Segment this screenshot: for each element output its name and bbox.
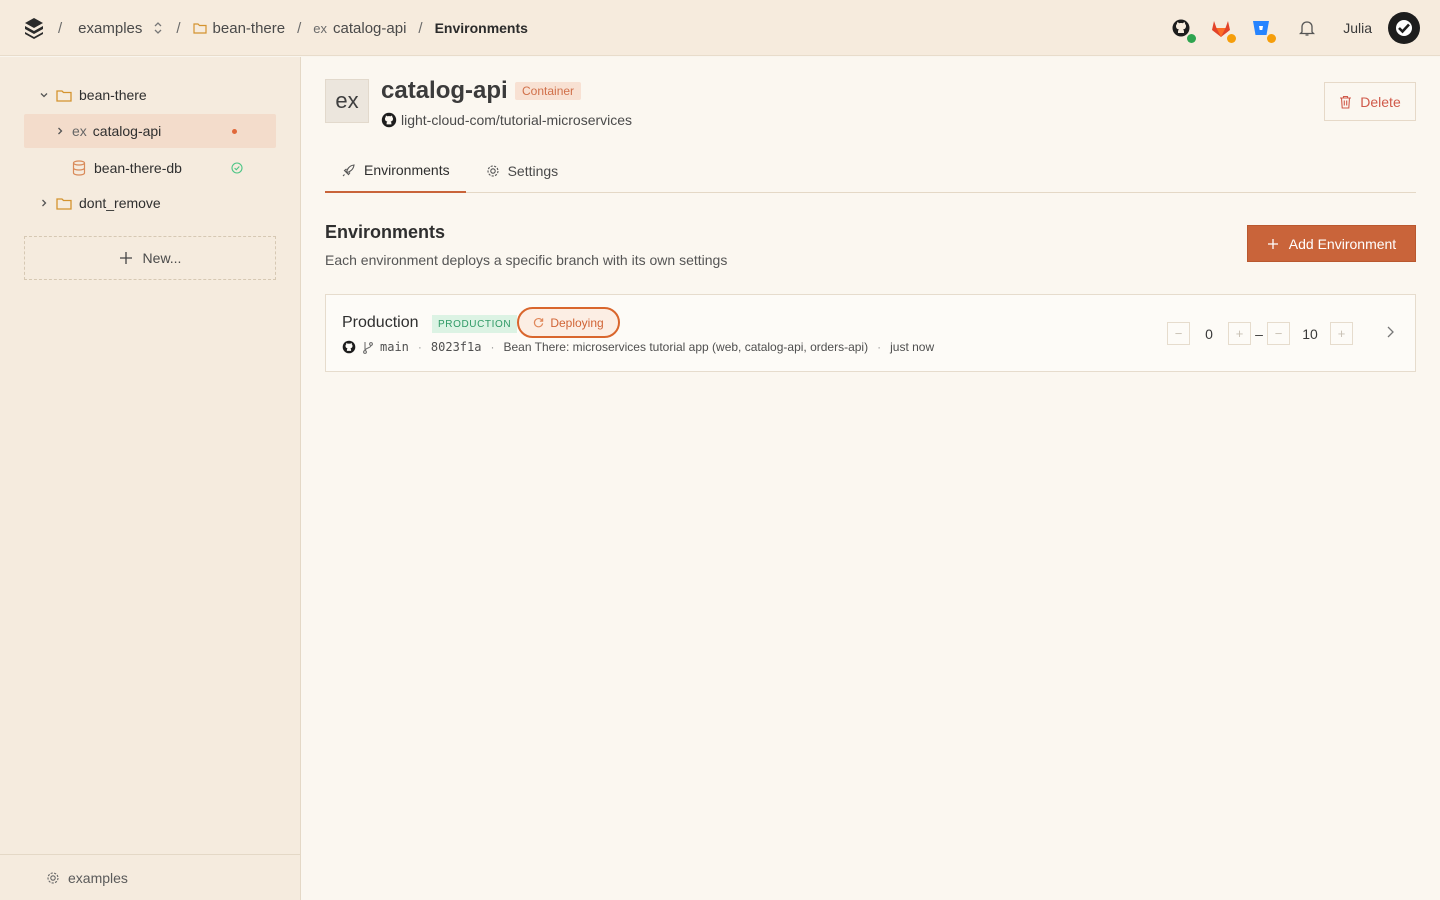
new-button-label: New... bbox=[142, 250, 182, 266]
folder-icon bbox=[192, 22, 207, 34]
status-label: Deploying bbox=[550, 315, 604, 330]
meta-separator: · bbox=[877, 340, 882, 354]
gear-icon bbox=[46, 871, 60, 885]
folder-icon bbox=[56, 197, 72, 210]
gear-icon bbox=[486, 164, 500, 178]
chevron-down-icon[interactable] bbox=[38, 89, 50, 101]
breadcrumb: / examples / bean-there / ex catalog-api… bbox=[56, 0, 528, 56]
gitlab-icon[interactable] bbox=[1209, 16, 1237, 43]
sidebar-item-label: bean-there bbox=[79, 87, 147, 103]
tab-label: Settings bbox=[507, 163, 559, 179]
meta-separator: · bbox=[490, 340, 495, 354]
plus-icon bbox=[1267, 238, 1279, 250]
breadcrumb-separator: / bbox=[418, 19, 423, 37]
main-content: ex catalog-api Container light-cloud-com… bbox=[301, 57, 1440, 900]
page-title: catalog-api bbox=[381, 77, 508, 104]
sidebar-item-dont-remove[interactable]: dont_remove bbox=[24, 186, 276, 220]
section-subtitle: Each environment deploys a specific bran… bbox=[325, 252, 728, 268]
commit-hash[interactable]: 8023f1a bbox=[431, 340, 482, 354]
gitlab-status-dot bbox=[1227, 34, 1237, 43]
git-branch-icon bbox=[362, 341, 374, 354]
deploy-time: just now bbox=[890, 340, 935, 354]
max-decrement-button[interactable]: − bbox=[1267, 322, 1290, 345]
workspace-switcher-icon[interactable] bbox=[152, 21, 164, 35]
service-icon: ex bbox=[325, 79, 369, 123]
breadcrumb-separator: / bbox=[176, 19, 181, 37]
breadcrumb-separator: / bbox=[58, 19, 63, 37]
min-increment-button[interactable]: + bbox=[1228, 322, 1251, 345]
github-status-dot bbox=[1187, 34, 1197, 43]
section-heading: Environments bbox=[325, 222, 446, 242]
service-prefix: ex bbox=[313, 20, 328, 36]
bell-icon[interactable] bbox=[1295, 16, 1319, 40]
sidebar-item-bean-there-db[interactable]: bean-there-db bbox=[24, 151, 276, 185]
user-name[interactable]: Julia bbox=[1343, 20, 1372, 36]
commit-message: Bean There: microservices tutorial app (… bbox=[503, 340, 869, 354]
tab-label: Environments bbox=[364, 162, 450, 178]
status-dot-deploying bbox=[232, 129, 237, 134]
github-icon[interactable] bbox=[1169, 16, 1197, 43]
bitbucket-icon[interactable] bbox=[1249, 16, 1277, 43]
breadcrumb-service[interactable]: catalog-api bbox=[333, 20, 406, 37]
database-icon bbox=[72, 160, 86, 176]
instance-scaler: − 0 + – − 10 + bbox=[1167, 322, 1353, 345]
plus-icon bbox=[119, 251, 133, 265]
tab-settings[interactable]: Settings bbox=[470, 149, 575, 193]
breadcrumb-project[interactable]: bean-there bbox=[213, 20, 286, 37]
spinner-icon bbox=[533, 317, 544, 328]
chevron-right-icon[interactable] bbox=[38, 197, 50, 209]
sidebar-item-label: dont_remove bbox=[79, 195, 161, 211]
delete-button-label: Delete bbox=[1360, 93, 1401, 110]
environment-card[interactable]: Production PRODUCTION Deploying main · 8… bbox=[325, 294, 1416, 372]
environment-meta: main · 8023f1a · Bean There: microservic… bbox=[342, 340, 934, 354]
folder-icon bbox=[56, 89, 72, 102]
environment-type-badge: PRODUCTION bbox=[432, 315, 518, 333]
sidebar: bean-there ex catalog-api bean-there-db … bbox=[0, 57, 301, 900]
meta-separator: · bbox=[417, 340, 422, 354]
sidebar-item-bean-there[interactable]: bean-there bbox=[24, 78, 276, 112]
service-type-badge: Container bbox=[515, 82, 582, 100]
github-icon bbox=[342, 340, 356, 354]
max-instances-value: 10 bbox=[1302, 325, 1318, 342]
repo-link[interactable]: light-cloud-com/tutorial-microservices bbox=[381, 112, 632, 128]
app-logo-icon[interactable] bbox=[22, 16, 46, 40]
workspace-settings-link[interactable]: examples bbox=[0, 854, 300, 900]
sidebar-item-catalog-api[interactable]: ex catalog-api bbox=[24, 114, 276, 148]
chevron-right-icon[interactable] bbox=[54, 125, 66, 137]
trash-icon bbox=[1339, 95, 1352, 109]
min-decrement-button[interactable]: − bbox=[1167, 322, 1190, 345]
service-prefix: ex bbox=[72, 123, 87, 139]
rocket-icon bbox=[341, 163, 356, 178]
new-button[interactable]: New... bbox=[24, 236, 276, 280]
add-environment-button[interactable]: Add Environment bbox=[1247, 225, 1416, 262]
sidebar-item-label: bean-there-db bbox=[94, 160, 182, 176]
check-circle-icon bbox=[231, 162, 243, 174]
github-icon bbox=[381, 112, 397, 128]
delete-button[interactable]: Delete bbox=[1324, 82, 1416, 121]
repo-name: light-cloud-com/tutorial-microservices bbox=[401, 112, 633, 128]
tab-environments[interactable]: Environments bbox=[325, 149, 466, 193]
workspace-footer-label: examples bbox=[68, 869, 128, 886]
range-separator: – bbox=[1255, 325, 1263, 342]
top-bar: / examples / bean-there / ex catalog-api… bbox=[0, 0, 1440, 56]
breadcrumb-separator: / bbox=[297, 19, 302, 37]
breadcrumb-workspace[interactable]: examples bbox=[78, 20, 142, 37]
top-right-actions: Julia bbox=[1169, 10, 1420, 46]
add-environment-label: Add Environment bbox=[1288, 235, 1397, 252]
status-badge: Deploying bbox=[517, 307, 620, 338]
avatar[interactable] bbox=[1388, 12, 1420, 44]
sidebar-item-label: catalog-api bbox=[92, 123, 162, 139]
tab-bar: Environments Settings bbox=[325, 149, 1416, 193]
breadcrumb-current-page: Environments bbox=[434, 20, 528, 36]
environment-name: Production bbox=[342, 314, 419, 331]
branch-name: main bbox=[380, 340, 409, 354]
chevron-right-icon[interactable] bbox=[1384, 325, 1396, 342]
max-increment-button[interactable]: + bbox=[1330, 322, 1353, 345]
bitbucket-status-dot bbox=[1267, 34, 1277, 43]
min-instances-value: 0 bbox=[1205, 325, 1213, 342]
